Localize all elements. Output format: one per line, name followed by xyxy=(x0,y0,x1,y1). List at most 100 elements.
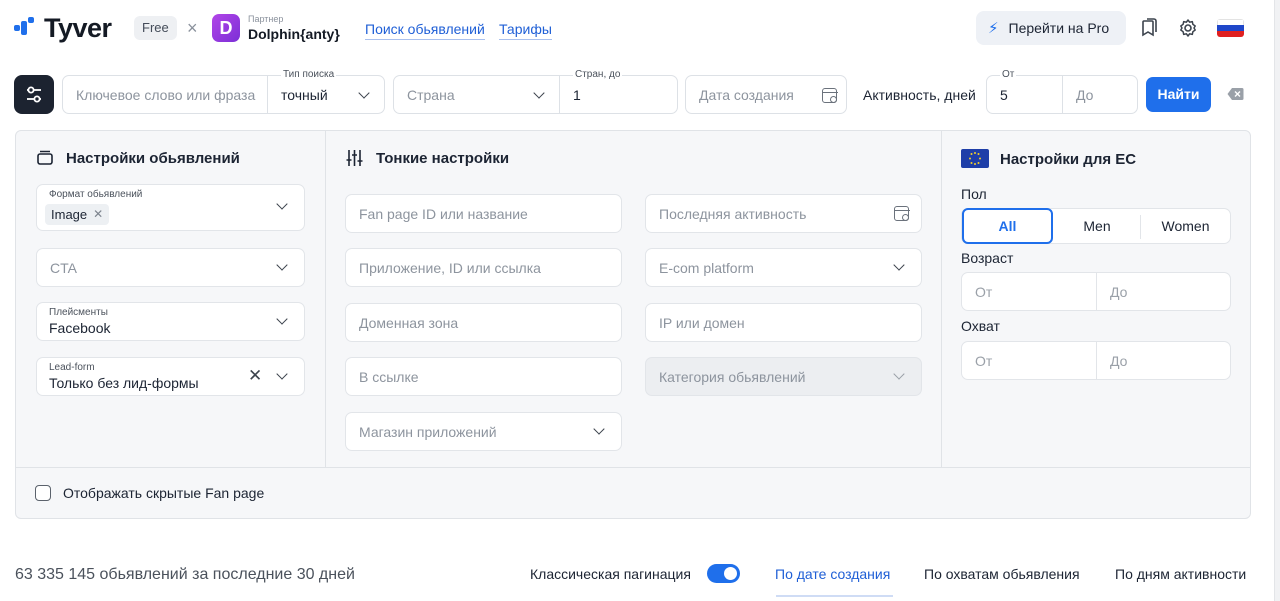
fan-page-input[interactable]: Fan page ID или название xyxy=(345,194,622,233)
created-date-placeholder: Дата создания xyxy=(699,87,794,103)
chevron-down-icon xyxy=(358,87,370,99)
gender-segmented-control: All Men Women xyxy=(961,208,1231,244)
app-store-placeholder: Магазин приложений xyxy=(359,424,497,440)
country-placeholder: Страна xyxy=(407,87,455,103)
cta-placeholder: CTA xyxy=(50,260,77,276)
clear-backspace-icon[interactable] xyxy=(1227,87,1244,101)
last-activity-placeholder: Последняя активность xyxy=(659,206,807,222)
chip-remove-icon[interactable]: ✕ xyxy=(93,204,103,225)
ecom-platform-placeholder: E-com platform xyxy=(659,260,754,276)
ecom-platform-select[interactable]: E-com platform xyxy=(645,248,922,287)
activity-from-input[interactable]: От 5 xyxy=(986,69,1063,114)
age-to-input[interactable]: До xyxy=(1110,283,1127,301)
chevron-down-icon xyxy=(276,313,288,325)
ad-settings-title: Настройки обьявлений xyxy=(66,150,240,167)
chevron-down-icon xyxy=(276,198,288,210)
app-store-select[interactable]: Магазин приложений xyxy=(345,412,622,451)
results-count: 63 335 145 обьявлений за последние 30 дн… xyxy=(15,566,355,583)
brand-logo[interactable]: Tyver xyxy=(14,14,112,42)
ad-format-select[interactable]: Формат обьявлений Image ✕ xyxy=(36,184,305,231)
cta-select[interactable]: CTA xyxy=(36,248,305,287)
panel-divider xyxy=(16,467,1250,468)
russian-flag-icon[interactable] xyxy=(1217,19,1244,37)
app-input[interactable]: Приложение, ID или ссылка xyxy=(345,248,622,287)
range-divider xyxy=(1096,273,1097,310)
activity-days-label: Активность, дней xyxy=(863,87,976,103)
format-chip-label: Image xyxy=(51,207,88,222)
in-link-placeholder: В ссылке xyxy=(359,369,419,385)
keyword-placeholder: Ключевое слово или фраза xyxy=(76,87,256,103)
gender-label: Пол xyxy=(961,186,987,202)
fan-page-placeholder: Fan page ID или название xyxy=(359,206,528,222)
gender-option-all[interactable]: All xyxy=(962,208,1053,244)
activity-to-placeholder: До xyxy=(1076,87,1094,103)
settings-gear-icon[interactable] xyxy=(1178,18,1198,38)
range-divider xyxy=(1096,342,1097,379)
age-range: От До xyxy=(961,272,1231,311)
eu-settings-title: Настройки для ЕС xyxy=(1000,151,1137,168)
classic-pagination-toggle[interactable] xyxy=(707,564,740,583)
top-header: Tyver Free × D Партнер Dolphin{anty} Пои… xyxy=(0,0,1280,56)
age-from-input[interactable]: От xyxy=(975,283,992,301)
ip-domain-input[interactable]: IP или домен xyxy=(645,303,922,342)
countries-limit-input[interactable]: Стран, до 1 xyxy=(559,69,678,114)
last-activity-picker[interactable]: Последняя активность xyxy=(645,194,922,233)
brand-name: Tyver xyxy=(44,13,112,43)
activity-to-input[interactable]: До xyxy=(1062,75,1138,114)
country-select[interactable]: Страна xyxy=(393,75,560,114)
eu-flag-icon xyxy=(961,149,989,168)
gender-option-men[interactable]: Men xyxy=(1053,209,1141,243)
dolphin-anty-logo-icon[interactable]: D xyxy=(212,14,240,42)
created-date-picker[interactable]: Дата создания xyxy=(685,75,847,114)
chevron-down-icon xyxy=(276,368,288,380)
placements-label: Плейсменты xyxy=(49,307,108,318)
show-hidden-fanpages-label[interactable]: Отображать скрытые Fan page xyxy=(63,485,264,502)
fine-settings-title: Тонкие настройки xyxy=(376,150,510,167)
chevron-down-icon xyxy=(593,423,605,435)
plan-badge: Free xyxy=(134,16,177,40)
sort-by-reach[interactable]: По охватам обьявления xyxy=(924,566,1080,583)
reach-range: От До xyxy=(961,341,1231,380)
filters-toggle-button[interactable] xyxy=(14,75,54,114)
sort-by-active-days[interactable]: По дням активности xyxy=(1115,566,1246,583)
ip-domain-placeholder: IP или домен xyxy=(659,315,745,331)
keyword-input[interactable]: Ключевое слово или фраза xyxy=(62,75,268,114)
app-placeholder: Приложение, ID или ссылка xyxy=(359,260,541,276)
reach-to-input[interactable]: До xyxy=(1110,352,1127,370)
lead-form-select[interactable]: Lead-form Только без лид-формы ✕ xyxy=(36,357,305,396)
clear-selection-icon[interactable]: ✕ xyxy=(248,367,262,385)
format-chip[interactable]: Image ✕ xyxy=(45,204,110,225)
ad-category-select: Категория обьявлений xyxy=(645,357,922,396)
search-type-select[interactable]: Тип поиска точный xyxy=(267,69,385,114)
nav-ad-search[interactable]: Поиск обьявлений xyxy=(365,20,485,40)
chevron-down-icon xyxy=(533,87,545,99)
bookmarks-icon[interactable] xyxy=(1139,18,1159,38)
in-link-input[interactable]: В ссылке xyxy=(345,357,622,396)
chevron-down-icon xyxy=(276,259,288,271)
sort-by-created-date[interactable]: По дате создания xyxy=(775,566,890,583)
ad-cards-icon xyxy=(37,150,53,165)
find-button[interactable]: Найти xyxy=(1146,77,1211,112)
reach-label: Охват xyxy=(961,318,1000,334)
age-label: Возраст xyxy=(961,250,1014,266)
chevron-down-icon xyxy=(893,368,905,380)
show-hidden-fanpages-checkbox[interactable] xyxy=(35,485,51,501)
activity-from-label: От xyxy=(1000,69,1017,81)
countries-limit-value: 1 xyxy=(573,87,581,103)
go-pro-button[interactable]: ⚡ Перейти на Pro xyxy=(976,11,1126,45)
gender-option-women[interactable]: Women xyxy=(1141,209,1230,243)
nav-pricing[interactable]: Тарифы xyxy=(499,20,552,40)
go-pro-label: Перейти на Pro xyxy=(1008,20,1110,36)
partner-name[interactable]: Dolphin{anty} xyxy=(248,26,340,42)
placements-value: Facebook xyxy=(49,320,111,336)
reach-from-input[interactable]: От xyxy=(975,352,992,370)
domain-zone-input[interactable]: Доменная зона xyxy=(345,303,622,342)
window-edge xyxy=(1274,0,1280,601)
domain-zone-placeholder: Доменная зона xyxy=(359,315,459,331)
equalizer-icon xyxy=(346,150,363,166)
column-divider xyxy=(941,131,942,467)
lead-form-value: Только без лид-формы xyxy=(49,375,199,391)
partner-caption: Партнер xyxy=(248,14,284,24)
placements-select[interactable]: Плейсменты Facebook xyxy=(36,302,305,341)
lead-form-label: Lead-form xyxy=(49,362,95,373)
